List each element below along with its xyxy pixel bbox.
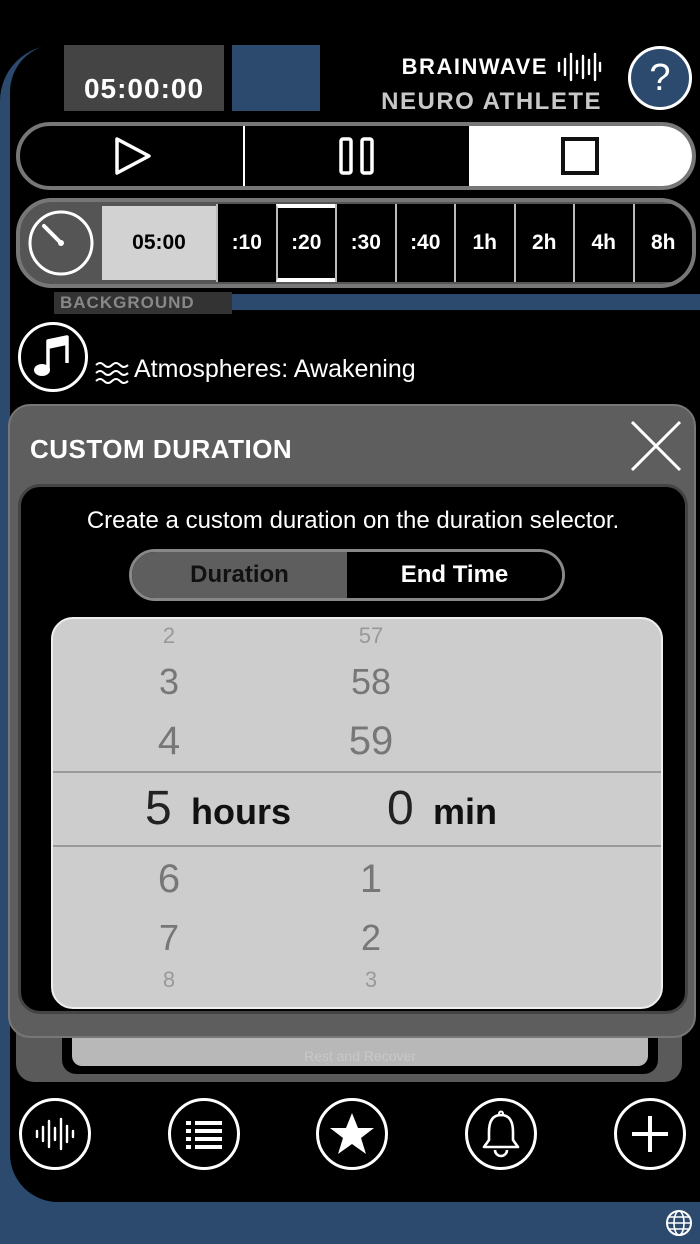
bell-icon: [482, 1110, 520, 1158]
duration-chip[interactable]: 4h: [573, 204, 633, 282]
background-section-label: BACKGROUND: [60, 293, 195, 312]
nav-list-button[interactable]: [168, 1098, 240, 1170]
waveform-icon: [35, 1117, 75, 1151]
music-note-icon: [34, 335, 69, 376]
bottom-band: [0, 1202, 700, 1244]
picker-minute-option[interactable]: 3: [311, 967, 431, 993]
modal-title: CUSTOM DURATION: [30, 434, 293, 464]
picker-hours-unit: hours: [191, 791, 292, 832]
stop-button[interactable]: [468, 126, 692, 186]
duration-chip[interactable]: 8h: [632, 204, 692, 282]
picker-hour-option[interactable]: 4: [109, 719, 229, 764]
picker-hour-option[interactable]: 3: [109, 661, 229, 703]
picker-minute-option[interactable]: 2: [311, 917, 431, 959]
brand-line2: NEURO ATHLETE: [381, 88, 602, 115]
background-track-label[interactable]: Atmospheres: Awakening: [134, 355, 416, 384]
nav-waveform-button[interactable]: [19, 1098, 91, 1170]
duration-chip[interactable]: :10: [216, 204, 276, 282]
picker-hour-option[interactable]: 6: [109, 857, 229, 902]
pause-button[interactable]: [245, 126, 468, 186]
duration-dial[interactable]: [20, 202, 102, 284]
help-button[interactable]: ?: [628, 46, 692, 110]
duration-chips: :10 :20 :30 :40 1h 2h 4h 8h: [216, 202, 692, 284]
duration-selector: 05:00 :10 :20 :30 :40 1h 2h 4h 8h: [16, 198, 696, 288]
duration-mode-toggle: Duration End Time: [129, 549, 565, 601]
gauge-icon: [28, 210, 94, 276]
duration-chip[interactable]: 2h: [513, 204, 573, 282]
pause-icon: [339, 137, 374, 175]
play-button[interactable]: [20, 126, 243, 186]
picker-minutes-unit: min: [433, 791, 498, 832]
background-accent-bar: [232, 294, 700, 310]
picker-minute-option[interactable]: 59: [311, 719, 431, 764]
brand-line1: BRAINWAVE: [401, 54, 548, 79]
globe-icon[interactable]: [664, 1208, 694, 1238]
custom-duration-modal: CUSTOM DURATION Create a custom duration…: [8, 404, 696, 1038]
picker-minute-option[interactable]: 58: [311, 661, 431, 703]
picker-hour-option[interactable]: 2: [109, 623, 229, 649]
modal-description: Create a custom duration on the duration…: [86, 507, 620, 534]
star-icon: [330, 1113, 374, 1154]
duration-chip[interactable]: :40: [394, 204, 454, 282]
picker-minutes-selected: 0: [387, 782, 414, 835]
waveform-logo-icon: [557, 52, 602, 82]
nav-favorites-button[interactable]: [316, 1098, 388, 1170]
duration-chip[interactable]: :30: [335, 204, 395, 282]
waves-icon: [95, 362, 129, 384]
plus-icon: [632, 1116, 668, 1152]
picker-hour-option[interactable]: 8: [109, 967, 229, 993]
picker-hours-selected: 5: [145, 782, 172, 835]
tab-duration[interactable]: Duration: [132, 552, 347, 598]
close-icon[interactable]: [626, 416, 686, 476]
session-timer: 05:00:00: [64, 45, 224, 111]
picker-minute-option[interactable]: 57: [311, 623, 431, 649]
picker-minute-option[interactable]: 1: [311, 857, 431, 902]
bottom-nav: [0, 1098, 700, 1172]
modal-body: Create a custom duration on the duration…: [18, 484, 688, 1014]
header-accent-block: [232, 45, 320, 111]
duration-chip-selected[interactable]: :20: [275, 204, 335, 282]
tab-end-time[interactable]: End Time: [347, 552, 562, 598]
nav-alarm-button[interactable]: [465, 1098, 537, 1170]
list-icon: [186, 1121, 222, 1149]
background-music-button[interactable]: [18, 322, 88, 392]
help-button-label: ?: [649, 56, 671, 99]
play-icon: [114, 137, 151, 175]
picker-hour-option[interactable]: 7: [109, 917, 229, 959]
duration-chip[interactable]: 1h: [454, 204, 514, 282]
time-picker[interactable]: 2 3 4 6 7 8 57 58 59 1 2 3 5 hours 0 min: [51, 617, 663, 1009]
current-duration: 05:00: [102, 206, 216, 280]
brand-logo: BRAINWAVE NEURO ATHLETE: [381, 50, 602, 116]
transport-controls: [16, 122, 696, 190]
stop-icon: [561, 137, 600, 175]
nav-add-button[interactable]: [614, 1098, 686, 1170]
